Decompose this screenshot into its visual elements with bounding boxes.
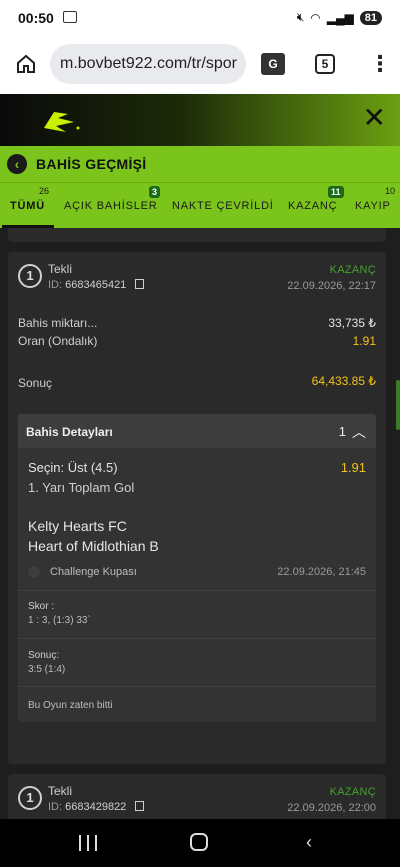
- tab-open-bets[interactable]: AÇIK BAHİSLER: [64, 200, 158, 212]
- selection: Seçin: Üst (4.5): [28, 460, 118, 475]
- screenshot-indicator-icon: [63, 11, 77, 23]
- bet-datetime: 22.09.2026, 22:00: [287, 802, 376, 814]
- bet-index: 1: [18, 786, 42, 810]
- odds-label: Oran (Ondalık): [18, 334, 98, 348]
- scrollbar[interactable]: [396, 380, 400, 430]
- bet-id-label: ID:: [48, 801, 63, 813]
- back-arrow-icon[interactable]: ‹: [306, 832, 312, 853]
- final-score-label: Sonuç:: [28, 650, 60, 661]
- battery-indicator: 81: [359, 10, 382, 25]
- result-value: 64,433.85 ₺: [311, 374, 376, 388]
- tab-all[interactable]: TÜMÜ: [10, 200, 45, 212]
- close-icon[interactable]: ✕: [363, 104, 386, 132]
- stake-value: 33,735 ₺: [328, 316, 376, 330]
- browser-toolbar: m.bovbet922.com/tr/spor G 5 ⋮: [0, 36, 400, 94]
- bet-id-label: ID:: [48, 279, 63, 291]
- score-value: 1 : 3, (1:3) 33`: [28, 615, 91, 626]
- bet-id-line: ID: 6683465421: [48, 279, 145, 291]
- brand-header: ✕: [0, 94, 400, 146]
- bet-id: 6683429822: [65, 801, 127, 813]
- home-team: Kelty Hearts FC: [28, 518, 127, 534]
- site-logo[interactable]: [38, 108, 84, 136]
- bet-status: KAZANÇ: [329, 786, 376, 798]
- system-navigation-bar: ‹: [0, 819, 400, 867]
- divider: [18, 590, 376, 591]
- home-icon[interactable]: [16, 54, 36, 74]
- bet-type: Tekli: [48, 262, 73, 276]
- tab-count-open: 3: [149, 186, 161, 198]
- market-name: 1. Yarı Toplam Gol: [28, 480, 135, 495]
- status-icons: 🔇︎ ◠ ▂▄▆ 81: [297, 10, 382, 25]
- stake-label: Bahis miktarı...: [18, 316, 98, 330]
- home-button-icon[interactable]: [190, 833, 208, 851]
- bet-status: KAZANÇ: [329, 264, 376, 276]
- final-score-value: 3:5 (1:4): [28, 664, 66, 675]
- divider: [18, 686, 376, 687]
- bet-details-count: 1: [338, 424, 346, 439]
- previous-bet-card: [8, 228, 386, 242]
- mute-icon: 🔇︎: [296, 10, 305, 24]
- event-datetime: 22.09.2026, 21:45: [277, 566, 366, 578]
- tab-cashed-out[interactable]: NAKTE ÇEVRİLDİ: [172, 200, 274, 212]
- bet-datetime: 22.09.2026, 22:17: [287, 280, 376, 292]
- game-finished-note: Bu Oyun zaten bitti: [28, 700, 113, 711]
- odds-value: 1.91: [352, 334, 376, 348]
- more-menu-icon[interactable]: ⋮: [369, 53, 391, 75]
- tab-count-all: 26: [39, 186, 50, 196]
- system-status-bar: 00:50 🔇︎ ◠ ▂▄▆ 81: [0, 0, 400, 36]
- bet-details-header[interactable]: Bahis Detayları 1 ︿: [18, 414, 376, 448]
- tab-lost[interactable]: KAYIP: [355, 200, 391, 212]
- divider: [18, 638, 376, 639]
- bet-id-line: ID: 6683429822: [48, 801, 145, 813]
- score-label: Skor :: [28, 601, 55, 612]
- result-label: Sonuç: [18, 376, 53, 390]
- league-name: Challenge Kupası: [50, 566, 137, 578]
- tab-switcher-button[interactable]: 5: [315, 54, 335, 74]
- back-button[interactable]: ‹: [7, 154, 27, 174]
- league-icon: [28, 566, 40, 578]
- clock: 00:50: [18, 10, 54, 26]
- address-bar[interactable]: m.bovbet922.com/tr/spor: [50, 44, 246, 84]
- bet-card[interactable]: 1 Tekli ID: 6683465421 KAZANÇ 22.09.2026…: [8, 252, 386, 764]
- page-header: ‹ BAHİS GEÇMİŞİ: [0, 146, 400, 182]
- page-title: BAHİS GEÇMİŞİ: [36, 156, 147, 172]
- tab-count-won: 11: [328, 186, 344, 198]
- selection-odds: 1.91: [340, 460, 366, 475]
- bet-details-panel: Bahis Detayları 1 ︿ Seçin: Üst (4.5) 1.9…: [18, 414, 376, 722]
- away-team: Heart of Midlothian B: [28, 538, 159, 554]
- recent-apps-icon[interactable]: [79, 835, 97, 851]
- filter-tabs: 26 TÜMÜ 3 AÇIK BAHİSLER NAKTE ÇEVRİLDİ 1…: [0, 182, 400, 228]
- chevron-up-icon[interactable]: ︿: [352, 422, 366, 442]
- tab-count-lost: 10: [385, 186, 396, 196]
- bet-details-title: Bahis Detayları: [26, 425, 113, 439]
- bet-id: 6683465421: [65, 279, 127, 291]
- bet-card[interactable]: 1 Tekli ID: 6683429822 KAZANÇ 22.09.2026…: [8, 774, 386, 819]
- signal-icon: ▂▄▆: [326, 10, 354, 25]
- bet-index: 1: [18, 264, 42, 288]
- bet-type: Tekli: [48, 784, 73, 798]
- bet-history-list[interactable]: 1 Tekli ID: 6683465421 KAZANÇ 22.09.2026…: [0, 228, 400, 819]
- copy-icon[interactable]: [135, 279, 145, 289]
- wifi-icon: ◠: [310, 10, 321, 25]
- translate-icon[interactable]: G: [261, 53, 285, 75]
- copy-icon[interactable]: [135, 801, 145, 811]
- tab-won[interactable]: KAZANÇ: [288, 200, 337, 212]
